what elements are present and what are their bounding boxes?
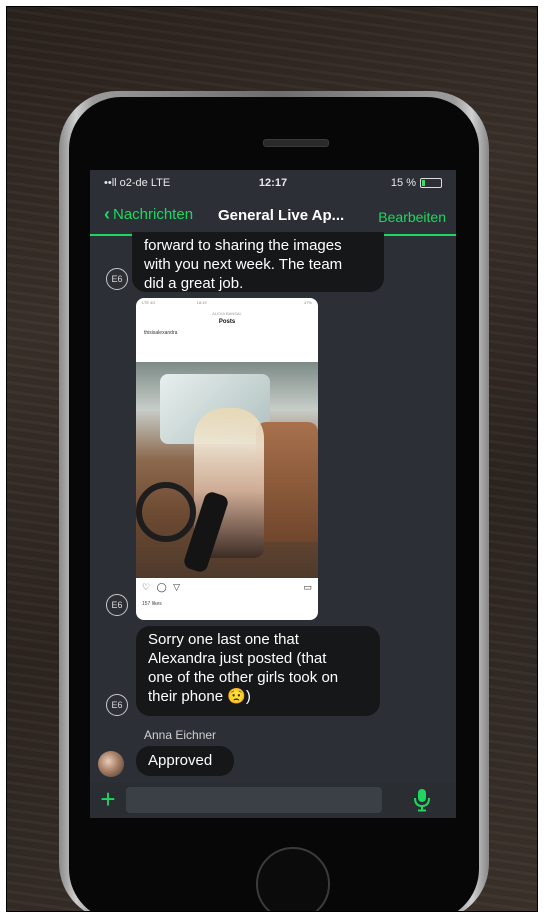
battery-percent: 15 %: [390, 177, 416, 189]
sender-badge[interactable]: E6: [106, 694, 128, 716]
screenshot-username: thisisalexandra: [144, 330, 178, 336]
composer-bar: +: [90, 782, 456, 818]
back-label: Nachrichten: [113, 206, 194, 223]
screenshot-action-icons: ♡ ◯ ▽: [142, 582, 183, 592]
back-button[interactable]: ‹ Nachrichten: [104, 204, 194, 224]
message-bubble[interactable]: Approved: [136, 746, 234, 776]
message-input[interactable]: [126, 787, 382, 813]
steering-wheel: [136, 482, 196, 542]
sender-name: Anna Eichner: [144, 728, 217, 742]
screenshot-time: 18:19: [196, 300, 207, 305]
screenshot-status-bar: LTE 4G 18:19 47%: [136, 298, 318, 310]
image-message[interactable]: LTE 4G 18:19 47% ALEXA BANSAL Posts this…: [136, 298, 318, 620]
screenshot-header: ALEXA BANSAL Posts: [136, 310, 318, 326]
screenshot-likes: 157 likes: [142, 601, 162, 607]
screenshot-title: Posts: [218, 319, 236, 325]
battery-status: 15 %: [391, 177, 442, 189]
message-line: Sorry one last one that: [148, 631, 299, 648]
message-bubble[interactable]: forward to sharing the images with you n…: [132, 232, 384, 292]
message-bubble[interactable]: Sorry one last one that Alexandra just p…: [136, 626, 380, 716]
bookmark-icon: ▭: [303, 582, 312, 592]
message-line: forward to sharing the images: [144, 237, 342, 254]
message-line: Alexandra just posted (that: [148, 650, 327, 667]
avatar[interactable]: [98, 751, 124, 777]
screenshot-subtitle: ALEXA BANSAL: [212, 311, 242, 316]
battery-icon: [420, 178, 442, 188]
sender-badge[interactable]: E6: [106, 268, 128, 290]
screenshot-carrier: LTE 4G: [142, 300, 156, 305]
phone-screen: ••ll o2-de LTE 12:17 15 % ‹ Nachrichten …: [90, 170, 456, 818]
message-line: their phone 😟): [148, 688, 251, 705]
screenshot-battery: 47%: [303, 300, 312, 305]
car-seat: [256, 422, 318, 542]
chevron-left-icon: ‹: [104, 204, 110, 224]
chat-title[interactable]: General Live Ap...: [218, 207, 344, 224]
earpiece-speaker: [263, 139, 329, 147]
message-line: one of the other girls took on: [148, 669, 339, 686]
microphone-icon[interactable]: [412, 788, 432, 812]
edit-button[interactable]: Bearbeiten: [378, 209, 446, 225]
home-button[interactable]: [256, 847, 330, 911]
shared-photo: [136, 362, 318, 578]
message-line: did a great job.: [144, 275, 244, 292]
plus-icon[interactable]: +: [96, 785, 120, 813]
status-bar: ••ll o2-de LTE 12:17 15 %: [90, 170, 456, 196]
navigation-bar: ‹ Nachrichten General Live Ap... Bearbei…: [90, 196, 456, 236]
sender-badge[interactable]: E6: [106, 594, 128, 616]
message-list[interactable]: forward to sharing the images with you n…: [90, 232, 456, 782]
message-line: with you next week. The team: [144, 256, 343, 273]
